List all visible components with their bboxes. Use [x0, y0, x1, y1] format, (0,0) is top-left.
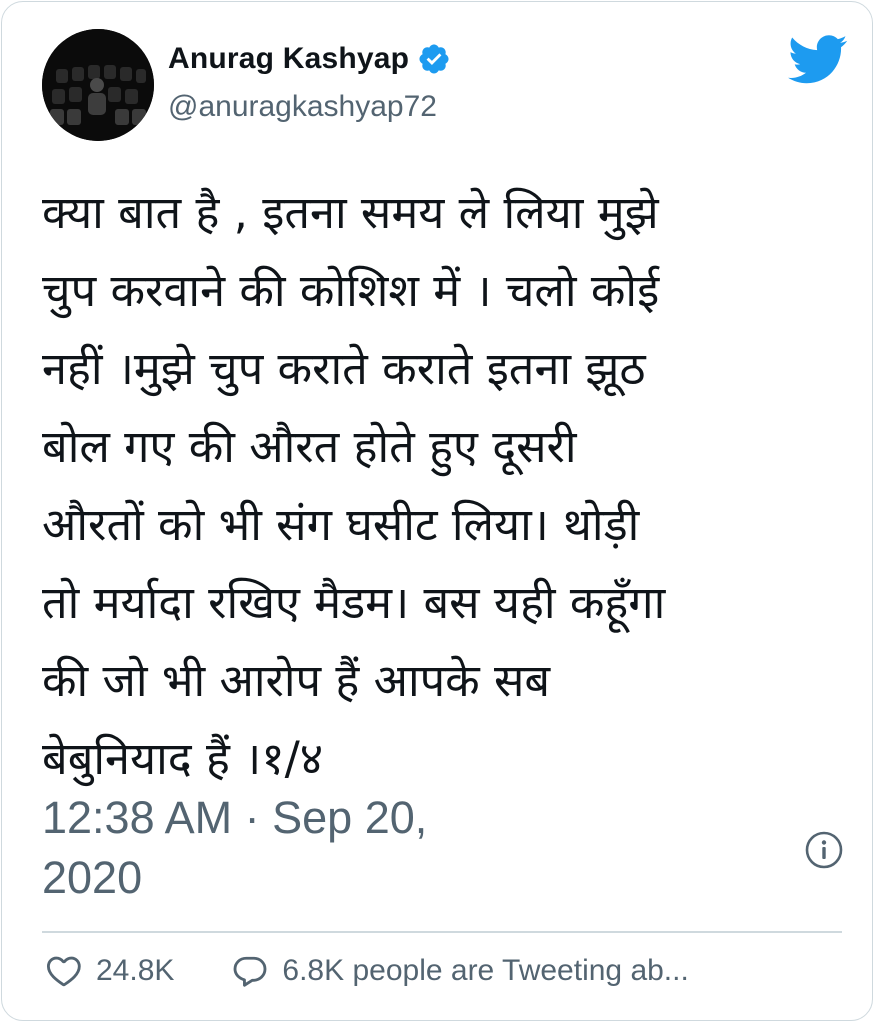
tweet-line: बेबुनियाद हैं ।१/४: [42, 732, 324, 785]
tweet-line: चुप करवाने की कोशिश में । चलो कोई: [42, 264, 660, 317]
tweet-timestamp[interactable]: 12:38 AM · Sep 20, 2020: [42, 788, 462, 908]
tweet-text: क्या बात है , इतना समय ले लिया मुझे चुप …: [42, 174, 842, 798]
tweet-line: क्या बात है , इतना समय ले लिया मुझे: [42, 186, 659, 239]
heart-icon: [46, 956, 81, 987]
divider: [42, 931, 842, 933]
tweet-line: तो मर्यादा रखिए मैडम। बस यही कहूँगा: [42, 576, 666, 629]
conversation-text: 6.8K people are Tweeting ab...: [282, 954, 689, 987]
info-icon[interactable]: [804, 830, 844, 870]
tweet-line: बोल गए की औरत होते हुए दूसरी: [42, 420, 577, 473]
verified-badge-icon: [419, 44, 449, 74]
speech-bubble-icon: [233, 956, 267, 987]
tweet-line: औरतों को भी संग घसीट लिया। थोड़ी: [42, 498, 640, 551]
like-count: 24.8K: [96, 954, 175, 987]
author-display-name[interactable]: Anurag Kashyap: [168, 42, 409, 76]
like-button[interactable]: 24.8K: [46, 954, 174, 988]
action-bar: 24.8K 6.8K people are Tweeting ab...: [46, 954, 689, 988]
avatar-image: [42, 29, 154, 141]
twitter-bird-icon[interactable]: [788, 35, 848, 85]
tweet-line: नहीं ।मुझे चुप कराते कराते इतना झूठ: [42, 342, 646, 395]
author-name-row: Anurag Kashyap: [168, 42, 451, 76]
tweet-card[interactable]: Anurag Kashyap @anuragkashyap72 क्या बात…: [1, 1, 873, 1021]
conversation-link[interactable]: 6.8K people are Tweeting ab...: [232, 954, 689, 988]
avatar[interactable]: [42, 29, 154, 141]
author-handle[interactable]: @anuragkashyap72: [168, 90, 437, 124]
tweet-line: की जो भी आरोप हैं आपके सब: [42, 654, 551, 707]
